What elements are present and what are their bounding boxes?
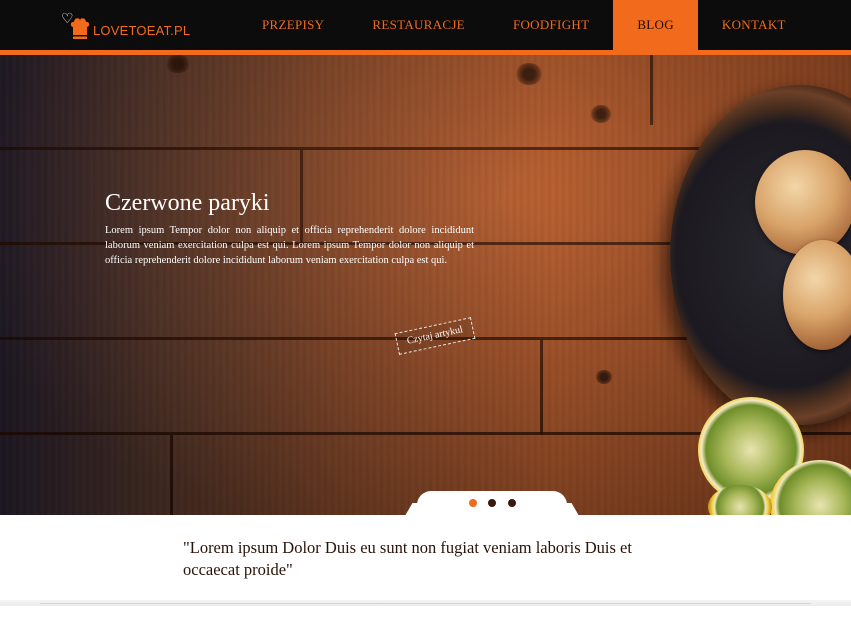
slide-dot-3[interactable] bbox=[508, 499, 516, 507]
site-name: LOVETOEAT.PL bbox=[93, 22, 191, 38]
top-navigation: ♡ LOVETOEAT.PL PRZEPISY RESTAURACJE FOOD… bbox=[0, 0, 851, 50]
slide-dot-2[interactable] bbox=[488, 499, 496, 507]
hero-slider: Czerwone paryki Lorem ipsum Tempor dolor… bbox=[0, 55, 851, 515]
nav-item-kontakt[interactable]: KONTAKT bbox=[698, 0, 810, 50]
slider-pagination bbox=[417, 491, 567, 515]
featured-quote: "Lorem ipsum Dolor Duis eu sunt non fugi… bbox=[183, 538, 632, 579]
site-logo[interactable]: ♡ LOVETOEAT.PL bbox=[61, 13, 190, 43]
nav-item-foodfight[interactable]: FOODFIGHT bbox=[489, 0, 613, 50]
hero-caption: Czerwone paryki Lorem ipsum Tempor dolor… bbox=[105, 190, 474, 268]
slide-dot-1[interactable] bbox=[469, 499, 477, 507]
nav-item-blog[interactable]: BLOG bbox=[613, 0, 698, 50]
nav-item-restauracje[interactable]: RESTAURACJE bbox=[348, 0, 489, 50]
chef-hat-heart-icon: ♡ bbox=[61, 13, 91, 43]
hero-description: Lorem ipsum Tempor dolor non aliquip et … bbox=[105, 225, 474, 266]
cookie-image bbox=[755, 150, 851, 255]
main-menu: PRZEPISY RESTAURACJE FOODFIGHT BLOG KONT… bbox=[238, 0, 810, 50]
hero-title: Czerwone paryki bbox=[105, 190, 270, 216]
nav-item-przepisy[interactable]: PRZEPISY bbox=[238, 0, 348, 50]
